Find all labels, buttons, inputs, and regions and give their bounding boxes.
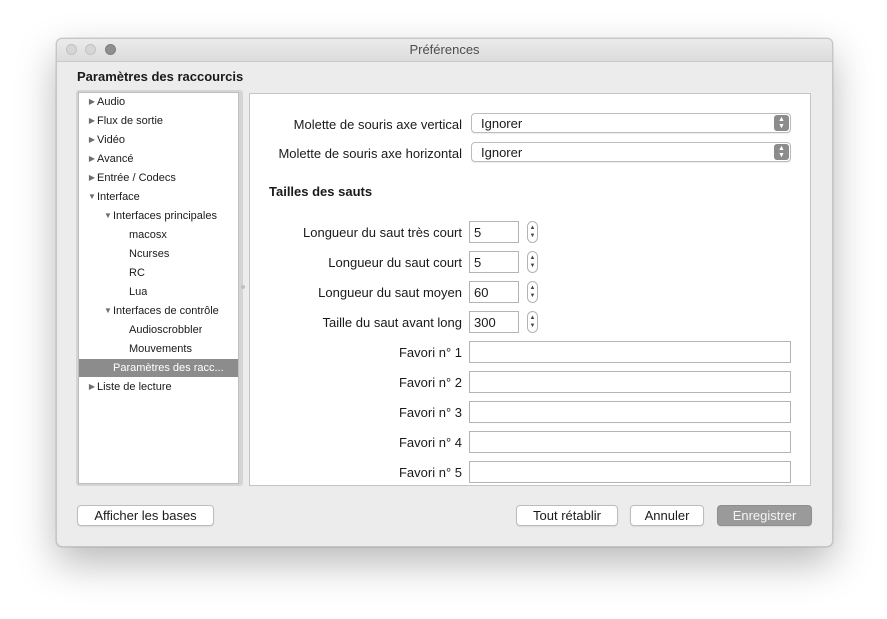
tree-item-label: Mouvements (129, 343, 192, 355)
disclosure-triangle-right-icon[interactable]: ▶ (87, 112, 97, 130)
tree-item[interactable]: Audioscrobbler (79, 321, 238, 339)
reset-all-button[interactable]: Tout rétablir (516, 505, 618, 526)
jump-sizes-heading: Tailles des sauts (269, 184, 373, 199)
tree-item[interactable]: RC (79, 264, 238, 282)
tree-item-label: Vidéo (97, 134, 125, 146)
mouse-wheel-vertical-label: Molette de souris axe vertical (293, 117, 462, 132)
jump-medium-field[interactable]: 60 (469, 281, 519, 303)
tree-item-label: Interface (97, 191, 140, 203)
tree-item-label: Avancé (97, 153, 134, 165)
disclosure-triangle-right-icon[interactable]: ▶ (87, 169, 97, 187)
category-tree-pane: ▶ Audio ▶ Flux de sortie ▶ Vidéo ▶ Avancé ▶ Entré… (76, 90, 243, 486)
jump-medium-label: Longueur du saut moyen (318, 285, 462, 300)
mouse-wheel-horizontal-popup[interactable]: Ignorer ▲ ▼ (471, 142, 791, 162)
jump-short-stepper[interactable]: ▲ ▼ (527, 251, 538, 273)
tree-item-label: Flux de sortie (97, 115, 164, 127)
favorite-3-label: Favori n° 3 (398, 405, 462, 420)
settings-content-pane: Molette de souris axe vertical Ignorer ▲… (249, 93, 811, 486)
favorite-3-field[interactable] (469, 401, 791, 423)
disclosure-triangle-down-icon[interactable]: ▼ (103, 207, 113, 225)
favorite-5-label: Favori n° 5 (398, 465, 462, 480)
category-tree[interactable]: ▶ Audio ▶ Flux de sortie ▶ Vidéo ▶ Avancé ▶ Entré… (78, 92, 239, 484)
mouse-wheel-vertical-popup[interactable]: Ignorer ▲ ▼ (471, 113, 791, 133)
favorite-4-label: Favori n° 4 (398, 435, 462, 450)
disclosure-triangle-right-icon[interactable]: ▶ (87, 131, 97, 149)
jump-short-label: Longueur du saut court (328, 255, 462, 270)
favorite-2-field[interactable] (469, 371, 791, 393)
tree-item-label: Liste de lecture (97, 381, 172, 393)
mouse-wheel-vertical-value: Ignorer (481, 116, 523, 131)
favorite-1-field[interactable] (469, 341, 791, 363)
disclosure-triangle-down-icon[interactable]: ▼ (87, 188, 97, 206)
jump-medium-stepper[interactable]: ▲ ▼ (527, 281, 538, 303)
tree-item-label: Paramètres des racc... (113, 362, 224, 374)
save-button[interactable]: Enregistrer (717, 505, 812, 526)
show-basic-button[interactable]: Afficher les bases (77, 505, 214, 526)
popup-arrows-icon: ▲ ▼ (774, 144, 789, 160)
disclosure-triangle-down-icon[interactable]: ▼ (103, 302, 113, 320)
mouse-wheel-horizontal-value: Ignorer (481, 145, 523, 160)
jump-long-stepper[interactable]: ▲ ▼ (527, 311, 538, 333)
title-bar[interactable]: Préférences (57, 39, 832, 62)
tree-item[interactable]: ▼Interface (79, 188, 238, 206)
favorite-5-field[interactable] (469, 461, 791, 483)
favorite-4-field[interactable] (469, 431, 791, 453)
jump-very-short-label: Longueur du saut très court (303, 225, 462, 240)
disclosure-triangle-right-icon[interactable]: ▶ (87, 93, 97, 111)
tree-item[interactable]: ▼Interfaces de contrôle (79, 302, 238, 320)
tree-item-label: Ncurses (129, 248, 170, 260)
jump-very-short-field[interactable]: 5 (469, 221, 519, 243)
tree-item-label: Entrée / Codecs (97, 172, 176, 184)
mouse-wheel-horizontal-label: Molette de souris axe horizontal (278, 146, 462, 161)
tree-item[interactable]: macosx (79, 226, 238, 244)
tree-item[interactable]: ▶ Liste de lecture (79, 378, 238, 396)
disclosure-triangle-right-icon[interactable]: ▶ (87, 378, 97, 396)
tree-item[interactable]: Lua (79, 283, 238, 301)
jump-very-short-stepper[interactable]: ▲ ▼ (527, 221, 538, 243)
tree-item[interactable]: Paramètres des racc... (79, 359, 238, 377)
tree-item-label: RC (129, 267, 145, 279)
jump-short-field[interactable]: 5 (469, 251, 519, 273)
favorite-2-label: Favori n° 2 (398, 375, 462, 390)
disclosure-triangle-right-icon[interactable]: ▶ (87, 150, 97, 168)
tree-item[interactable]: ▼Interfaces principales (79, 207, 238, 225)
preferences-window: Préférences Paramètres des raccourcis ▶ A… (56, 38, 833, 547)
section-title: Paramètres des raccourcis (77, 69, 244, 84)
tree-item-label: Interfaces de contrôle (113, 305, 219, 317)
splitter-handle[interactable] (241, 285, 245, 289)
tree-item[interactable]: ▶ Vidéo (79, 131, 238, 149)
favorite-1-label: Favori n° 1 (398, 345, 462, 360)
tree-item[interactable]: ▶ Avancé (79, 150, 238, 168)
tree-item[interactable]: Ncurses (79, 245, 238, 263)
popup-arrows-icon: ▲ ▼ (774, 115, 789, 131)
tree-item-label: Interfaces principales (113, 210, 217, 222)
tree-item[interactable]: ▶ Entrée / Codecs (79, 169, 238, 187)
jump-long-field[interactable]: 300 (469, 311, 519, 333)
window-title: Préférences (409, 42, 480, 57)
tree-item-label: Lua (129, 286, 148, 298)
tree-item-label: macosx (129, 229, 167, 241)
cancel-button[interactable]: Annuler (630, 505, 704, 526)
tree-item[interactable]: ▶ Flux de sortie (79, 112, 238, 130)
tree-item-label: Audio (97, 96, 126, 108)
jump-long-label: Taille du saut avant long (322, 315, 462, 330)
tree-item[interactable]: ▶ Audio (79, 93, 238, 111)
tree-item-label: Audioscrobbler (129, 324, 203, 336)
tree-item[interactable]: Mouvements (79, 340, 238, 358)
